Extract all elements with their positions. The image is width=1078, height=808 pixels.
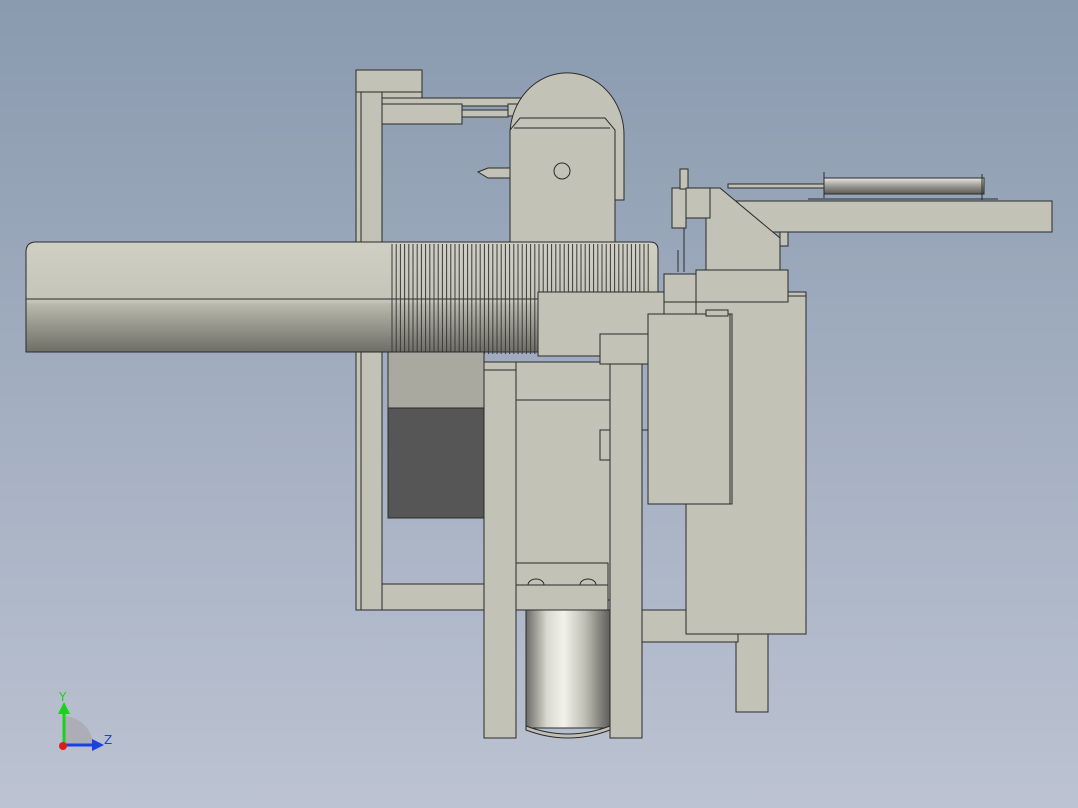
z-axis-label: Z bbox=[104, 733, 112, 747]
cad-viewport[interactable]: Y Z bbox=[0, 0, 1078, 808]
x-axis-dot bbox=[59, 742, 67, 750]
drive-motor[interactable] bbox=[525, 609, 611, 739]
pulley-hub-icon bbox=[553, 162, 571, 180]
axis-triad: Y Z bbox=[58, 690, 112, 751]
gearbox-block[interactable] bbox=[387, 351, 485, 519]
machine-model-drawing[interactable]: Y Z bbox=[0, 0, 1078, 808]
pneumatic-cylinder[interactable] bbox=[727, 172, 998, 200]
y-axis-label: Y bbox=[58, 690, 67, 704]
z-axis-arrowhead bbox=[92, 739, 104, 751]
triad-arc bbox=[64, 716, 93, 745]
